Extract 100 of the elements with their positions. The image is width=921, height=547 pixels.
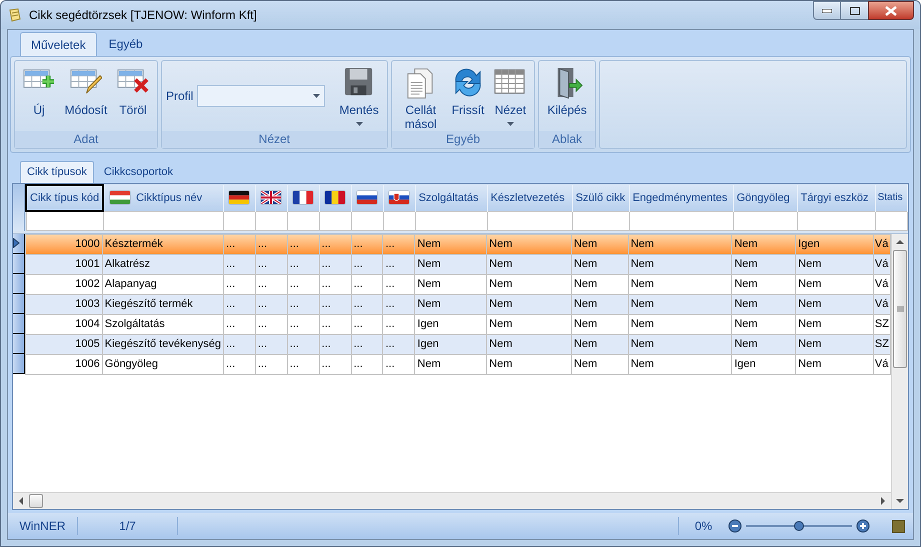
table-row[interactable]: 1004 Szolgáltatás ... ... ... ... ... ... Igen Nem Nem Nem Nem Nem SZ <box>26 314 890 334</box>
table-cell: Nem <box>732 294 796 314</box>
minimize-button[interactable] <box>813 1 841 20</box>
table-cell: ... <box>287 334 320 354</box>
vertical-scrollbar[interactable] <box>891 234 908 509</box>
table-cell: ... <box>255 354 288 374</box>
table-row[interactable]: 1001 Alkatrész ... ... ... ... ... ... Nem Nem Nem Nem Nem Nem Vá <box>26 254 890 274</box>
table-cell: ... <box>223 254 256 274</box>
table-cell: ... <box>255 334 288 354</box>
scroll-thumb[interactable] <box>29 494 43 508</box>
table-cell: ... <box>255 314 288 334</box>
table-cell: Nem <box>796 254 874 274</box>
table-cell: Nem <box>796 354 874 374</box>
content-tab[interactable]: Cikkcsoportok <box>94 161 183 183</box>
table-cell: Nem <box>571 334 628 354</box>
table-cell: Nem <box>732 314 796 334</box>
table-cell: Kiegészítő tevékenység <box>102 334 224 354</box>
content-tab[interactable]: Cikk típusok <box>20 161 94 183</box>
table-cell: Nem <box>796 294 874 314</box>
scroll-left-icon <box>17 497 25 505</box>
table-cell: Nem <box>571 274 628 294</box>
table-cell: Nem <box>414 234 487 254</box>
profile-label: Profil <box>166 88 194 105</box>
filter-cell[interactable] <box>319 211 352 230</box>
table-cell: ... <box>382 254 415 274</box>
table-cell: 1001 <box>26 254 102 274</box>
group-title: Adat <box>15 131 157 148</box>
table-cell: ... <box>319 354 352 374</box>
ribbon-button[interactable]: Módosít <box>61 67 111 117</box>
slider-thumb[interactable] <box>794 521 804 531</box>
filter-cell[interactable] <box>383 211 416 230</box>
ribbon-button[interactable]: Kilépés <box>543 67 591 117</box>
table-cell: ... <box>351 314 383 334</box>
table-cell: ... <box>255 274 288 294</box>
row-header[interactable] <box>13 294 25 314</box>
filter-cell[interactable] <box>875 211 908 230</box>
table-cell: Alapanyag <box>102 274 224 294</box>
filter-cell[interactable] <box>351 211 384 230</box>
table-row[interactable]: 1006 Göngyöleg ... ... ... ... ... ... Nem Nem Nem Nem Igen Nem Vá <box>26 354 890 374</box>
table-cell: Nem <box>571 294 628 314</box>
filter-cell[interactable] <box>26 211 104 230</box>
current-row-icon <box>13 238 20 248</box>
filter-cell[interactable] <box>415 211 488 230</box>
horizontal-scrollbar[interactable] <box>13 492 891 509</box>
ribbon-button[interactable]: Cellát másol <box>396 67 446 131</box>
row-header[interactable] <box>13 314 25 334</box>
table-cell: Késztermék <box>102 234 224 254</box>
table-row[interactable]: 1005 Kiegészítő tevékenység ... ... ... ... ... ... Igen Nem Nem Nem Nem Nem SZ <box>26 334 890 354</box>
zoom-slider[interactable] <box>746 520 852 532</box>
row-header[interactable] <box>13 334 25 354</box>
table-cell: ... <box>255 254 288 274</box>
ribbon-button[interactable]: Töröl <box>113 67 153 117</box>
filter-cell[interactable] <box>103 211 224 230</box>
table-cell: ... <box>287 354 320 374</box>
filter-cell[interactable] <box>629 211 734 230</box>
row-header[interactable] <box>13 234 25 254</box>
table-cell: Nem <box>486 354 572 374</box>
table-cell: ... <box>319 314 352 334</box>
filter-cell[interactable] <box>733 211 798 230</box>
ribbon-button[interactable]: Új <box>19 67 59 117</box>
filter-cell[interactable] <box>255 211 288 230</box>
table-cell: ... <box>382 354 415 374</box>
ribbon-button[interactable]: Mentés <box>335 67 383 126</box>
filter-cell[interactable] <box>572 211 630 230</box>
close-icon <box>885 6 897 16</box>
profile-dropdown[interactable] <box>197 85 326 107</box>
flag-icon <box>293 191 314 204</box>
close-button[interactable] <box>868 1 914 20</box>
table-row[interactable]: 1000 Késztermék ... ... ... ... ... ... Nem Nem Nem Nem Nem Igen Vá <box>26 234 890 254</box>
app-name: WinNER <box>8 517 78 535</box>
row-header[interactable] <box>13 274 25 294</box>
flag-icon <box>229 191 250 204</box>
filter-cell[interactable] <box>487 211 572 230</box>
table-cell: Nem <box>486 254 572 274</box>
scroll-thumb[interactable] <box>893 250 907 368</box>
table-cell: ... <box>382 274 415 294</box>
row-header[interactable] <box>13 254 25 274</box>
table-cell: ... <box>223 334 256 354</box>
table-cell: Nem <box>486 294 572 314</box>
zoom-in-icon[interactable] <box>856 519 870 533</box>
ribbon-tab[interactable]: Műveletek <box>20 32 97 56</box>
maximize-button[interactable] <box>841 1 868 20</box>
ribbon-button[interactable]: Frissít <box>448 67 488 117</box>
table-cell: ... <box>255 234 288 254</box>
filter-cell[interactable] <box>287 211 320 230</box>
table-cell: Nem <box>628 234 732 254</box>
filter-cell[interactable] <box>223 211 256 230</box>
filter-cell[interactable] <box>797 211 876 230</box>
table-cell: Nem <box>628 294 732 314</box>
row-header[interactable] <box>13 354 25 374</box>
table-cell: Nem <box>628 254 732 274</box>
ribbon-tab[interactable]: Egyéb <box>98 32 153 56</box>
zoom-out-icon[interactable] <box>728 519 742 533</box>
table-row[interactable]: 1003 Kiegészítő termék ... ... ... ... ... ... Nem Nem Nem Nem Nem Nem Vá <box>26 294 890 314</box>
ribbon-button[interactable]: Nézet <box>490 67 530 126</box>
table-cell: ... <box>382 234 415 254</box>
table-cell: Nem <box>628 274 732 294</box>
record-counter: 1/7 <box>78 517 178 535</box>
table-row[interactable]: 1002 Alapanyag ... ... ... ... ... ... Nem Nem Nem Nem Nem Nem Vá <box>26 274 890 294</box>
scroll-right-icon <box>879 497 887 505</box>
